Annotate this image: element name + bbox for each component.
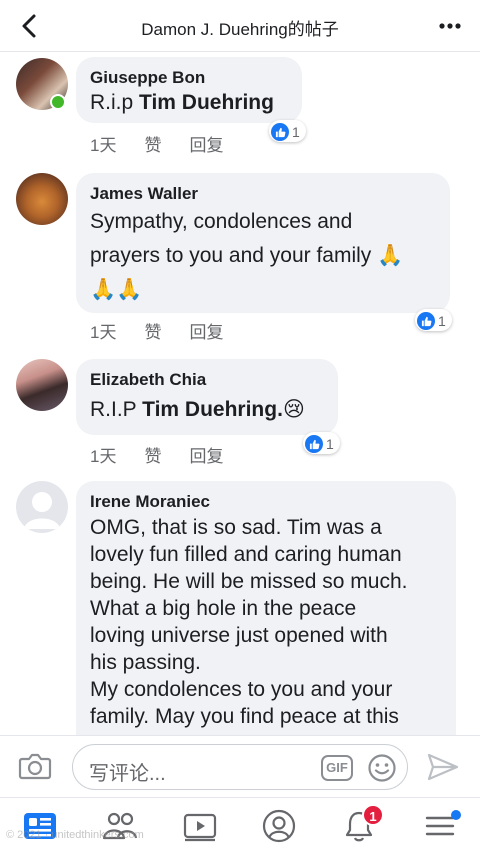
- comment-text: R.i.p Tim Duehring: [90, 89, 288, 117]
- reply-button[interactable]: 回复: [189, 323, 223, 342]
- mentioned-name[interactable]: Tim Duehring: [139, 91, 274, 114]
- profile-icon[interactable]: [261, 808, 297, 844]
- reply-button[interactable]: 回复: [189, 447, 223, 466]
- comment-input-placeholder: 写评论...: [89, 763, 166, 785]
- comment-bubble[interactable]: James Waller Sympathy, condolences and p…: [76, 173, 450, 313]
- comment-text: OMG, that is so sad. Tim was a lovely fu…: [90, 514, 442, 730]
- like-reaction-icon: [271, 123, 289, 141]
- avatar[interactable]: [16, 173, 68, 225]
- reaction-count-value: 1: [438, 313, 446, 329]
- camera-icon[interactable]: [18, 751, 52, 781]
- avatar[interactable]: [16, 481, 68, 533]
- more-dots-icon[interactable]: [434, 12, 466, 40]
- comment-text-line: his passing.: [90, 651, 201, 674]
- like-reaction-icon: [417, 312, 435, 330]
- page-title: Damon J. Duehring的帖子: [141, 20, 339, 39]
- comment-text: R.I.P Tim Duehring.😢: [90, 396, 324, 424]
- reaction-count[interactable]: 1: [269, 120, 306, 142]
- chevron-left-icon[interactable]: [14, 10, 46, 42]
- mentioned-name[interactable]: Tim Duehring.: [142, 398, 283, 421]
- comment-actions: 1天 赞 回复: [90, 131, 251, 156]
- comment-actions: 1天 赞 回复: [90, 442, 251, 467]
- comment-text-line: family. May you find peace at this: [90, 705, 399, 728]
- comment-author[interactable]: James Waller: [90, 183, 436, 205]
- comment-author[interactable]: Irene Moraniec: [90, 491, 442, 513]
- reaction-count-value: 1: [292, 124, 300, 140]
- comment-input[interactable]: 写评论... GIF: [72, 744, 408, 790]
- comment-time: 1天: [90, 136, 117, 155]
- comment-text-line: OMG, that is so sad. Tim was a: [90, 516, 382, 539]
- crying-face-emoji: 😢: [282, 398, 305, 421]
- notification-badge: 1: [362, 804, 384, 826]
- reply-button[interactable]: 回复: [189, 136, 223, 155]
- watermark: © 2021 · unitedthinkers.com: [6, 829, 144, 841]
- like-reaction-icon: [305, 435, 323, 453]
- default-avatar-icon: [24, 492, 60, 529]
- comment-text-plain: R.I.P: [90, 398, 143, 421]
- emoji-icon[interactable]: [367, 753, 397, 783]
- reaction-count-value: 1: [326, 436, 334, 452]
- comment-author[interactable]: Elizabeth Chia: [90, 369, 324, 391]
- comment-text: Sympathy, condolences and prayers to you…: [90, 205, 436, 307]
- comment-text-plain: R.i.p: [90, 91, 140, 114]
- bottom-tab-bar: 1 © 2021 · unitedthinkers.com: [0, 797, 480, 853]
- comment-text-line: My condolences to you and your: [90, 678, 393, 701]
- comment-composer: 写评论... GIF: [0, 735, 480, 797]
- comment-text-line: Sympathy, condolences and: [90, 210, 353, 233]
- send-icon[interactable]: [426, 752, 460, 782]
- comment-text-line: What a big hole in the peace: [90, 597, 357, 620]
- comment-author[interactable]: Giuseppe Bon: [90, 67, 288, 89]
- watch-video-icon[interactable]: [182, 808, 218, 844]
- comment-text-line: prayers to you and your family 🙏: [90, 244, 404, 267]
- comment-bubble[interactable]: Giuseppe Bon R.i.p Tim Duehring: [76, 57, 302, 123]
- comment-text-line: lovely fun filled and caring human: [90, 543, 402, 566]
- reaction-count[interactable]: 1: [415, 309, 452, 331]
- comment-bubble[interactable]: Elizabeth Chia R.I.P Tim Duehring.😢: [76, 359, 338, 435]
- comment-time: 1天: [90, 323, 117, 342]
- online-status-dot: [50, 94, 66, 110]
- like-button[interactable]: 赞: [144, 136, 161, 155]
- avatar[interactable]: [16, 359, 68, 411]
- reaction-count[interactable]: 1: [303, 432, 340, 454]
- comment-text-line: 🙏🙏: [90, 278, 143, 301]
- comment-list: Giuseppe Bon R.i.p Tim Duehring 1 1天赞回复 …: [0, 53, 480, 735]
- comment-text-line: being. He will be missed so much.: [90, 570, 408, 593]
- comment-actions: 1天 赞 回复: [90, 318, 251, 343]
- comment-text-line: loving universe just opened with: [90, 624, 388, 647]
- like-button[interactable]: 赞: [144, 323, 161, 342]
- like-button[interactable]: 赞: [144, 447, 161, 466]
- top-nav-bar: Damon J. Duehring的帖子: [0, 0, 480, 52]
- comment-time: 1天: [90, 447, 117, 466]
- comment-bubble[interactable]: Irene Moraniec OMG, that is so sad. Tim …: [76, 481, 456, 735]
- gif-button[interactable]: GIF: [321, 755, 353, 781]
- menu-update-dot: [451, 810, 461, 820]
